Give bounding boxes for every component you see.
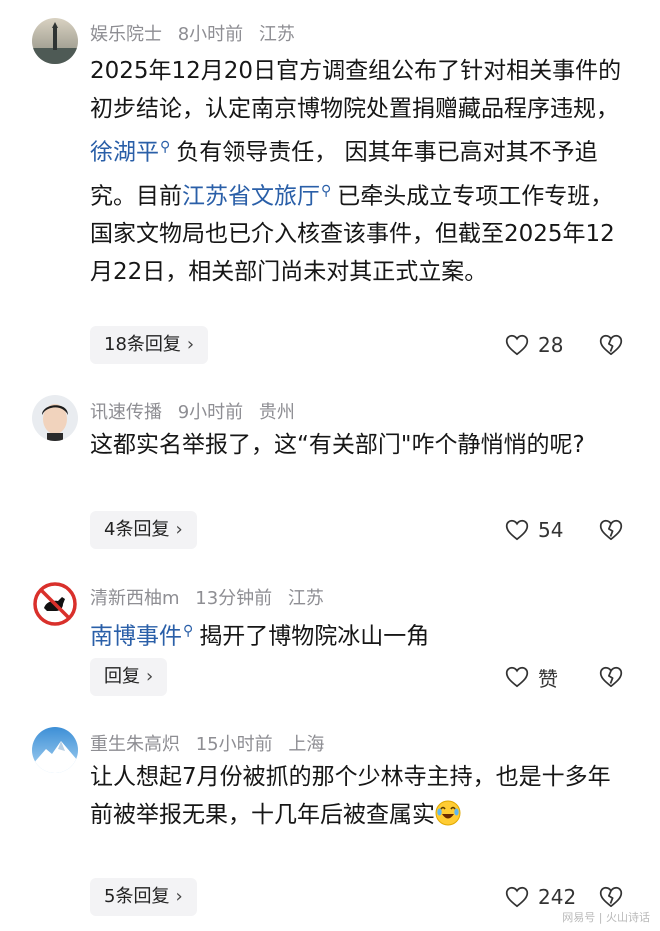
chevron-right-icon: › bbox=[175, 886, 183, 907]
like-button[interactable]: 28 bbox=[504, 330, 563, 360]
like-count: 28 bbox=[538, 333, 564, 357]
like-count: 54 bbox=[538, 518, 564, 542]
heart-icon bbox=[505, 519, 529, 541]
dislike-icon[interactable] bbox=[598, 664, 624, 690]
search-icon[interactable]: ⚲ bbox=[183, 612, 193, 650]
like-label: 赞 bbox=[538, 666, 558, 691]
comment-text: 让人想起7月份被抓的那个少林寺主持，也是十多年前被举报无果，十几年后被查属实 bbox=[90, 764, 611, 828]
topic-link[interactable]: 南博事件 bbox=[90, 624, 182, 650]
username[interactable]: 讯速传播 bbox=[90, 402, 162, 423]
topic-link[interactable]: 江苏省文旅厅 bbox=[182, 183, 320, 209]
watermark: 网易号 | 火山诗话 bbox=[562, 911, 650, 924]
chevron-right-icon: › bbox=[175, 519, 183, 540]
location: 贵州 bbox=[258, 402, 295, 423]
search-icon[interactable]: ⚲ bbox=[321, 172, 331, 210]
comment-meta: 清新西柚m 13分钟前 江苏 bbox=[90, 584, 334, 610]
dislike-icon[interactable] bbox=[598, 332, 624, 358]
comment-text: 南博事件⚲ 揭开了博物院冰山一角 bbox=[90, 612, 630, 656]
comment-text: 这都实名举报了，这“有关部门"咋个静悄悄的呢? bbox=[90, 432, 585, 458]
laughing-emoji-icon bbox=[435, 800, 461, 826]
location: 上海 bbox=[288, 734, 325, 755]
like-count: 242 bbox=[538, 885, 577, 909]
dislike-icon[interactable] bbox=[598, 517, 624, 543]
view-replies-button[interactable]: 5条回复 › bbox=[90, 878, 197, 916]
comment-text: 2025年12月20日官方调查组公布了针对相关事件的初步结论，认定南京博物院处置… bbox=[90, 58, 622, 286]
view-replies-button[interactable]: 4条回复 › bbox=[90, 511, 197, 549]
chevron-right-icon: › bbox=[186, 334, 195, 355]
comment-meta: 重生朱高炽 15小时前 上海 bbox=[90, 730, 334, 756]
avatar[interactable] bbox=[32, 395, 78, 441]
username[interactable]: 清新西柚m bbox=[90, 588, 180, 609]
comment-meta: 讯速传播 9小时前 贵州 bbox=[90, 398, 305, 424]
like-button[interactable]: 赞 bbox=[504, 662, 558, 692]
heart-icon bbox=[505, 666, 529, 688]
location: 江苏 bbox=[258, 24, 295, 45]
location: 江苏 bbox=[287, 588, 324, 609]
reply-button[interactable]: 回复 › bbox=[90, 658, 168, 696]
avatar[interactable] bbox=[32, 727, 78, 773]
username[interactable]: 娱乐院士 bbox=[90, 24, 162, 45]
topic-link[interactable]: 徐湖平 bbox=[90, 140, 159, 166]
avatar[interactable] bbox=[32, 18, 78, 64]
view-replies-button[interactable]: 18条回复 › bbox=[90, 326, 209, 364]
like-button[interactable]: 242 bbox=[504, 882, 576, 912]
timestamp: 15小时前 bbox=[195, 734, 273, 755]
avatar[interactable] bbox=[32, 581, 78, 627]
timestamp: 13分钟前 bbox=[195, 588, 273, 609]
timestamp: 8小时前 bbox=[177, 24, 244, 45]
heart-icon bbox=[505, 886, 529, 908]
heart-icon bbox=[505, 334, 529, 356]
comment-meta: 娱乐院士 8小时前 江苏 bbox=[90, 20, 305, 46]
username[interactable]: 重生朱高炽 bbox=[90, 734, 180, 755]
timestamp: 9小时前 bbox=[177, 402, 244, 423]
dislike-icon[interactable] bbox=[598, 884, 624, 910]
chevron-right-icon: › bbox=[146, 666, 154, 687]
like-button[interactable]: 54 bbox=[504, 515, 563, 545]
search-icon[interactable]: ⚲ bbox=[160, 128, 170, 166]
